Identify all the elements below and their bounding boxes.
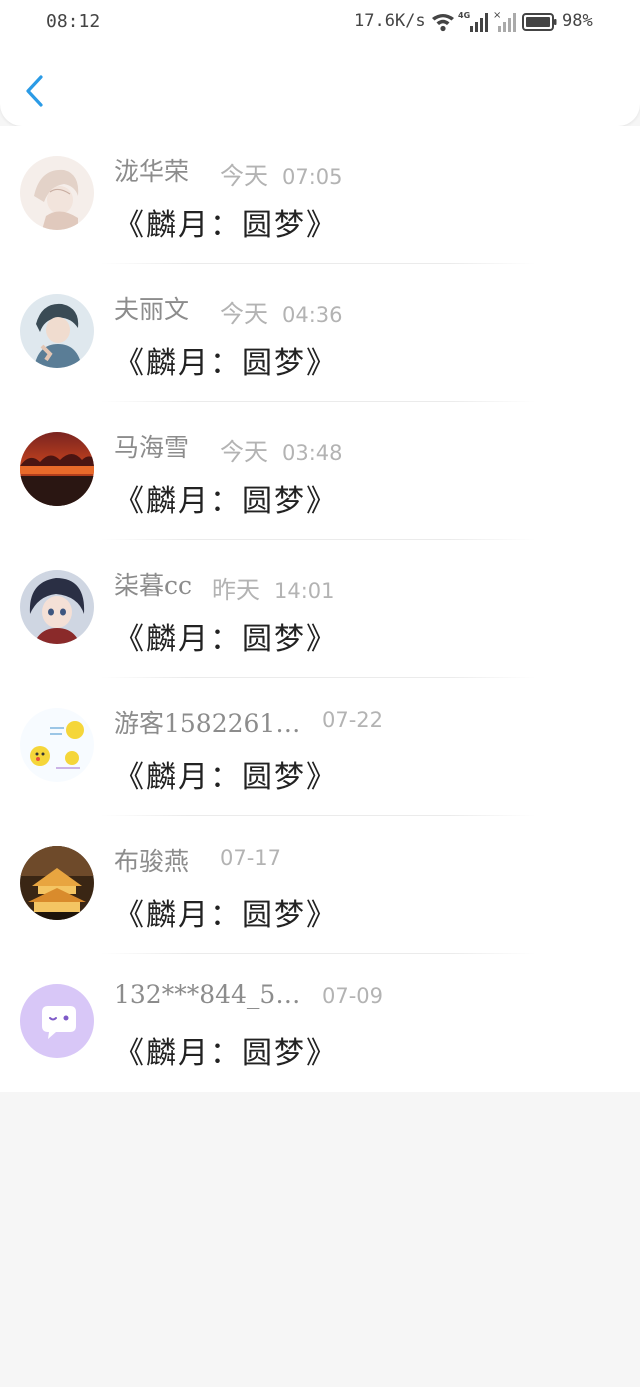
signal-4g-icon: 4G xyxy=(458,11,488,32)
sender-name: 游客1582261… xyxy=(114,709,301,738)
message-time: 今天 04:36 xyxy=(220,300,343,328)
message-text: 《麟月：圆梦》 xyxy=(114,898,338,933)
message-text: 《麟月：圆梦》 xyxy=(114,208,338,243)
header-bar: 08:12 17.6K/s 4G × 98% xyxy=(0,0,640,126)
sender-name: 132***844_5… xyxy=(114,980,301,1009)
status-bar: 08:12 17.6K/s 4G × 98% xyxy=(0,0,640,44)
avatar xyxy=(20,432,94,506)
avatar xyxy=(20,156,94,230)
message-row[interactable]: 马海雪 今天 03:48 《麟月：圆梦》 xyxy=(0,402,640,540)
network-speed: 17.6K/s xyxy=(354,11,426,31)
message-row[interactable]: 夫丽文 今天 04:36 《麟月：圆梦》 xyxy=(0,264,640,402)
avatar xyxy=(20,708,94,782)
message-row[interactable]: 游客1582261… 07-22 《麟月：圆梦》 xyxy=(0,678,640,816)
message-text: 《麟月：圆梦》 xyxy=(114,760,338,795)
message-time: 07-09 xyxy=(322,984,384,1008)
message-row[interactable]: 布骏燕 07-17 《麟月：圆梦》 xyxy=(0,816,640,954)
battery-percent: 98% xyxy=(562,11,593,31)
message-time: 今天 07:05 xyxy=(220,162,343,190)
back-button[interactable] xyxy=(16,66,56,116)
message-time: 今天 03:48 xyxy=(220,438,343,466)
status-time: 08:12 xyxy=(46,11,101,32)
message-row[interactable]: 132***844_5… 07-09 《麟月：圆梦》 xyxy=(0,954,640,1092)
message-text: 《麟月：圆梦》 xyxy=(114,1036,338,1071)
sender-name: 马海雪 xyxy=(114,433,190,462)
message-text: 《麟月：圆梦》 xyxy=(114,346,338,381)
message-time: 07-17 xyxy=(220,846,282,870)
chevron-left-icon xyxy=(26,75,43,107)
message-row[interactable]: 泷华荣 今天 07:05 《麟月：圆梦》 xyxy=(0,126,640,264)
message-row[interactable]: 柒暮cc 昨天 14:01 《麟月：圆梦》 xyxy=(0,540,640,678)
message-time: 昨天 14:01 xyxy=(212,576,335,604)
message-text: 《麟月：圆梦》 xyxy=(114,622,338,657)
sender-name: 柒暮cc xyxy=(114,571,193,600)
message-text: 《麟月：圆梦》 xyxy=(114,484,338,519)
svg-text:×: × xyxy=(493,10,501,21)
svg-text:4G: 4G xyxy=(458,11,470,20)
avatar xyxy=(20,570,94,644)
default-avatar-icon xyxy=(20,984,94,1058)
battery-icon xyxy=(522,13,557,31)
message-list: 泷华荣 今天 07:05 《麟月：圆梦》 夫丽文 今天 04:36 《麟月：圆梦》 xyxy=(0,126,640,1092)
sender-name: 布骏燕 xyxy=(114,847,190,876)
sender-name: 泷华荣 xyxy=(114,157,190,186)
wifi-icon xyxy=(432,14,454,32)
signal-no-sim-icon: × xyxy=(493,10,516,32)
avatar xyxy=(20,294,94,368)
message-time: 07-22 xyxy=(322,708,384,732)
sender-name: 夫丽文 xyxy=(114,295,190,324)
avatar xyxy=(20,846,94,920)
